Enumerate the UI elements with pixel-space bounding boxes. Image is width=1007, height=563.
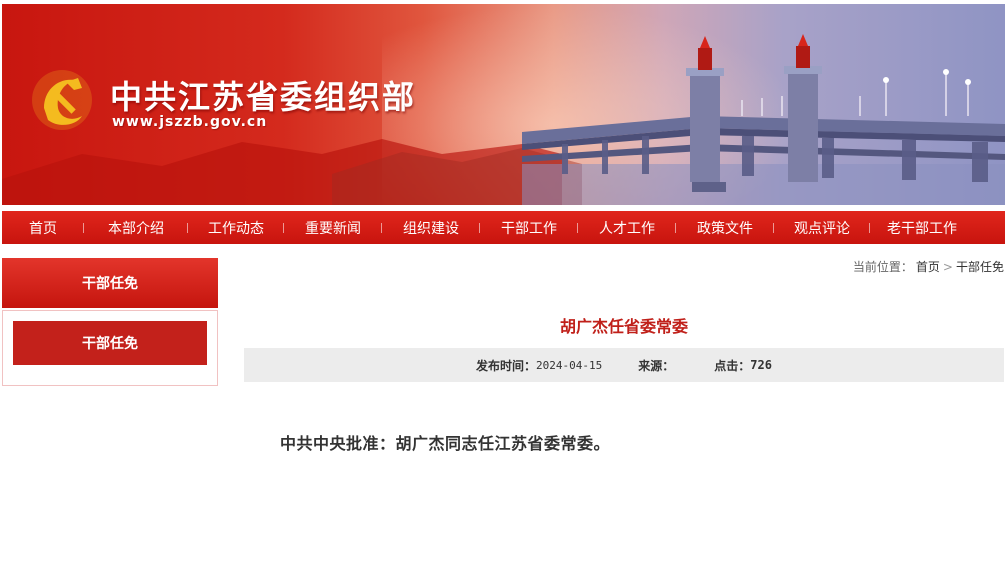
main-nav: 首页 本部介绍 工作动态 重要新闻 组织建设 干部工作 人才工作 政策文件 观点… (2, 211, 1005, 244)
breadcrumb-current-link[interactable]: 干部任免 (956, 258, 1004, 275)
article-body: 中共中央批准：胡广杰同志任江苏省委常委。 (280, 434, 611, 453)
source-label: 来源： (638, 358, 675, 373)
publish-time-label: 发布时间： (476, 358, 537, 373)
nav-item-work-news[interactable]: 工作动态 (188, 211, 284, 244)
nav-item-policy-docs[interactable]: 政策文件 (676, 211, 774, 244)
nav-item-about[interactable]: 本部介绍 (84, 211, 188, 244)
nav-item-cadre-work[interactable]: 干部工作 (480, 211, 578, 244)
breadcrumb-separator: > (942, 259, 953, 274)
nav-item-talent-work[interactable]: 人才工作 (578, 211, 676, 244)
site-title: 中共江苏省委组织部 (110, 78, 417, 116)
nav-item-important-news[interactable]: 重要新闻 (284, 211, 382, 244)
sidebar-header: 干部任免 (2, 258, 218, 308)
breadcrumb-home-link[interactable]: 首页 (916, 258, 940, 275)
header-banner: 中共江苏省委组织部 www.jszzb.gov.cn (2, 4, 1005, 205)
breadcrumb-prefix: 当前位置： (852, 260, 913, 274)
sidebar-item-cadre-appointment[interactable]: 干部任免 (13, 321, 207, 365)
article-title: 胡广杰任省委常委 (559, 317, 688, 336)
nav-item-commentary[interactable]: 观点评论 (774, 211, 870, 244)
site-url: www.jszzb.gov.cn (112, 114, 268, 130)
sidebar-menu: 干部任免 (2, 310, 218, 386)
nav-item-organization[interactable]: 组织建设 (382, 211, 480, 244)
publish-date: 2024-04-15 (536, 358, 603, 372)
clicks-label: 点击： (714, 358, 751, 373)
breadcrumb: 当前位置： 首页 > 干部任免 (853, 258, 1004, 275)
nav-item-home[interactable]: 首页 (2, 211, 84, 244)
article-meta-bar: 发布时间： 2024-04-15 来源： 点击： 726 (244, 348, 1004, 382)
nav-item-retired-cadre[interactable]: 老干部工作 (870, 211, 974, 244)
party-emblem-icon (30, 68, 94, 132)
click-count: 726 (750, 358, 772, 372)
